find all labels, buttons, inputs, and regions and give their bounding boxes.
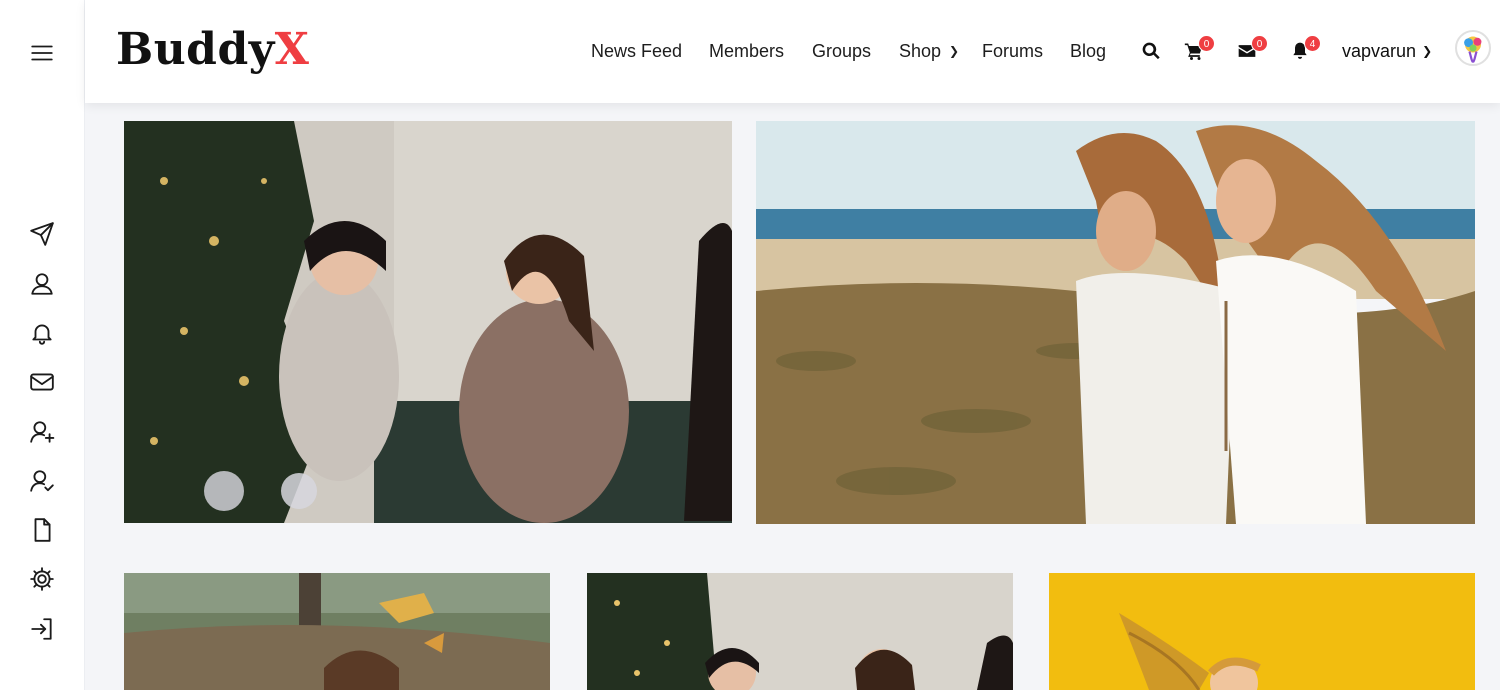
avatar[interactable] (1455, 30, 1491, 66)
messages-count-badge: 0 (1251, 35, 1268, 52)
menu-icon[interactable] (26, 37, 58, 69)
chevron-down-icon: ❯ (949, 44, 960, 58)
envelope-icon[interactable] (26, 366, 58, 398)
photo-tile[interactable] (1049, 573, 1475, 690)
user-menu[interactable]: vapvarun ❯ (1342, 38, 1432, 64)
logo-accent: X (274, 24, 310, 75)
photo-tile[interactable] (756, 121, 1475, 524)
cart-count-badge: 0 (1198, 35, 1215, 52)
nav-shop-label: Shop (899, 41, 942, 61)
nav-news-feed[interactable]: News Feed (591, 38, 682, 64)
login-icon[interactable] (26, 613, 58, 645)
sidebar-rail (0, 0, 85, 690)
photo-tile[interactable] (124, 573, 550, 690)
nav-members[interactable]: Members (709, 38, 784, 64)
search-icon[interactable] (1141, 38, 1169, 64)
logo-text: Buddy (116, 24, 275, 75)
chevron-down-icon: ❯ (1422, 44, 1433, 58)
bell-icon[interactable]: 4 (1290, 35, 1321, 64)
user-check-icon[interactable] (26, 465, 58, 497)
user-icon[interactable] (26, 268, 58, 300)
username: vapvarun (1342, 41, 1417, 61)
user-plus-icon[interactable] (26, 416, 58, 448)
bell-icon[interactable] (26, 317, 58, 349)
notification-count-badge: 4 (1304, 35, 1321, 52)
messages-icon[interactable]: 0 (1237, 35, 1268, 64)
cart-icon[interactable]: 0 (1184, 35, 1215, 64)
nav-forums[interactable]: Forums (982, 38, 1043, 64)
photo-tile[interactable] (124, 121, 732, 523)
nav-groups[interactable]: Groups (812, 38, 871, 64)
file-icon[interactable] (26, 514, 58, 546)
site-header: BuddyX News Feed Members Groups Shop ❯ Fo… (85, 0, 1500, 103)
nav-shop[interactable]: Shop ❯ (899, 38, 959, 64)
photo-tile[interactable] (587, 573, 1013, 690)
nav-blog[interactable]: Blog (1070, 38, 1106, 64)
paper-plane-icon[interactable] (26, 218, 58, 250)
site-logo[interactable]: BuddyX (116, 22, 309, 78)
gear-icon[interactable] (26, 563, 58, 595)
